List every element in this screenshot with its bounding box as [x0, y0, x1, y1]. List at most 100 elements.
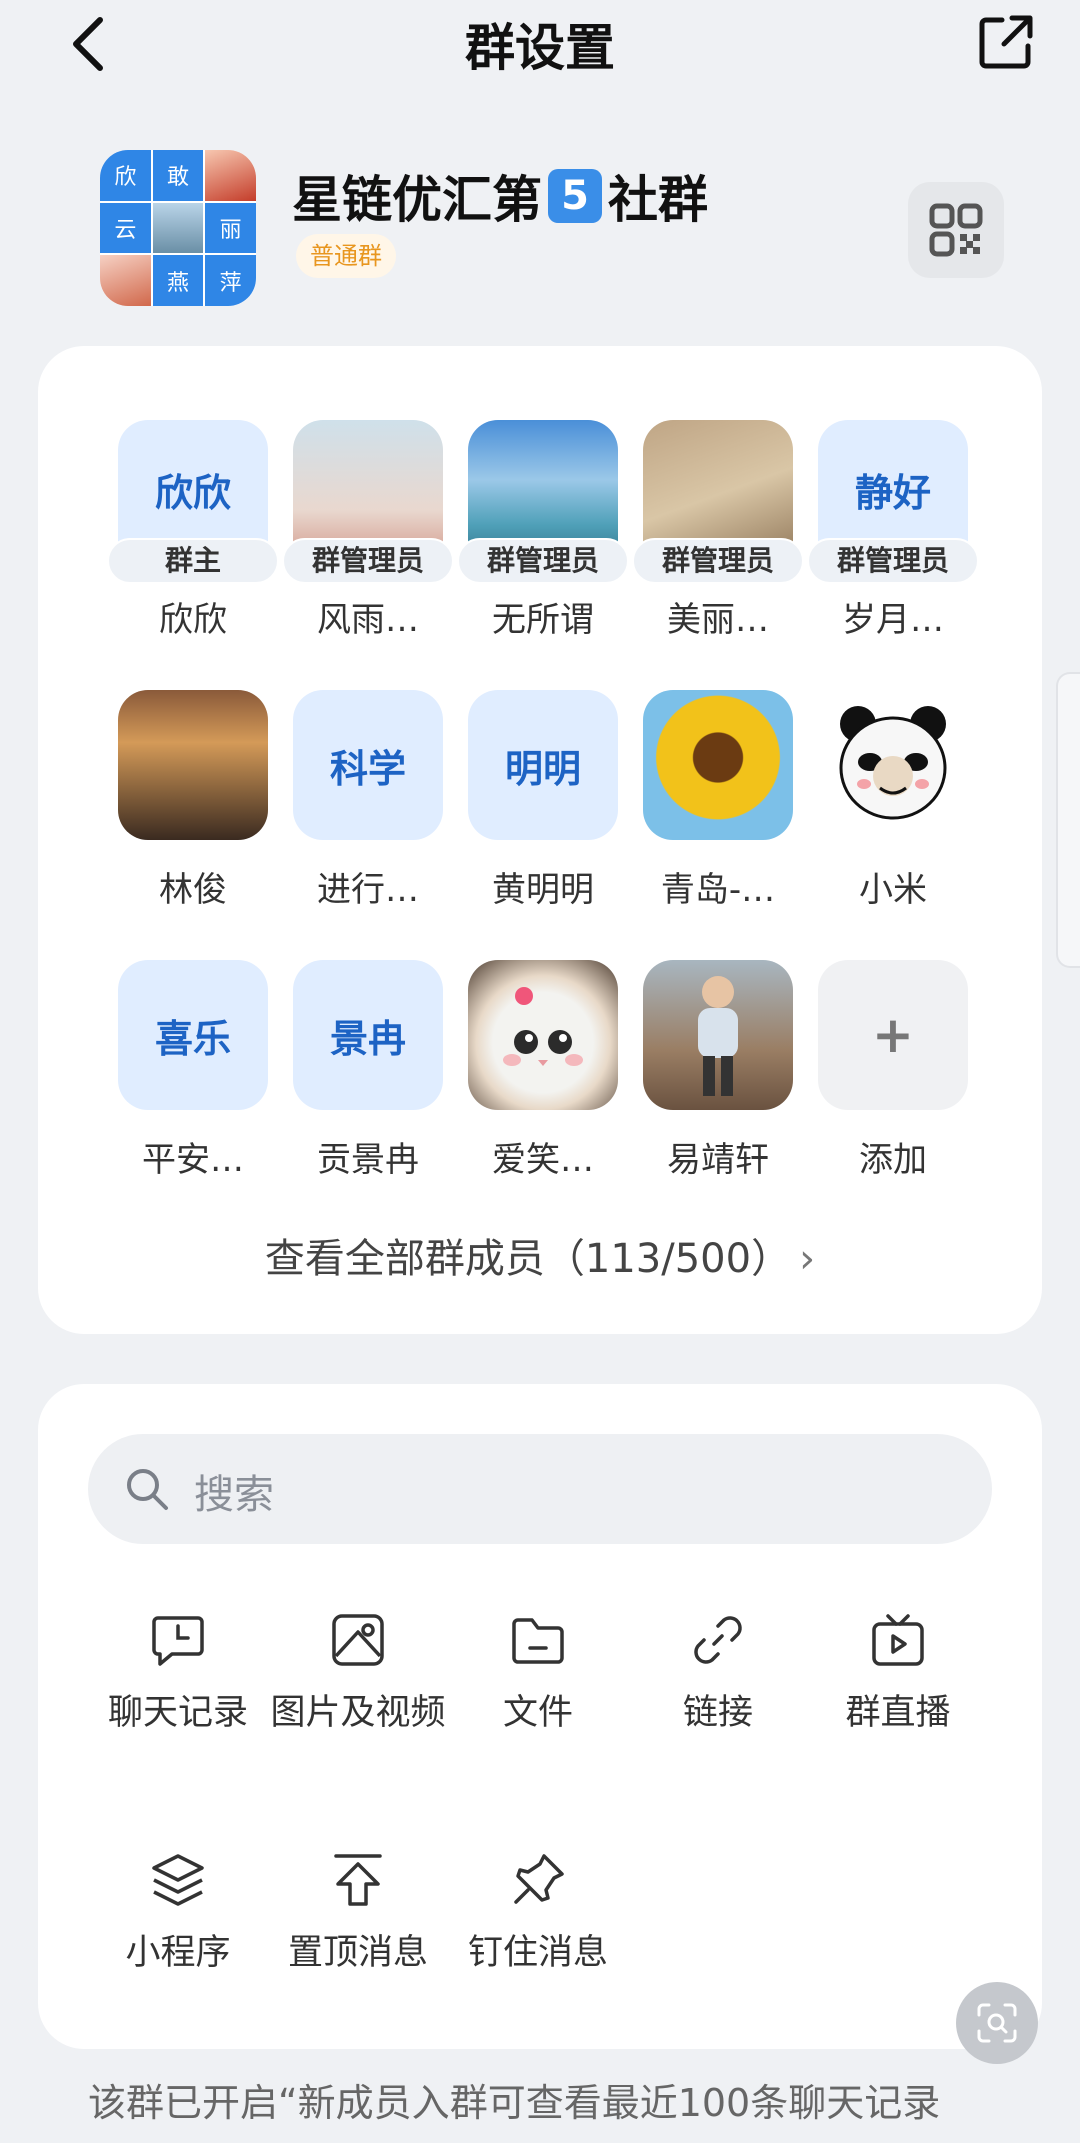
group-name[interactable]: 星链优汇第 5 社群 [292, 160, 708, 232]
search-icon [127, 1469, 168, 1510]
group-name-suffix: 社群 [608, 171, 708, 229]
member-item[interactable]: 易靖轩 [638, 960, 798, 1190]
group-avatar-cell: 敢 [152, 150, 204, 201]
group-avatar-cell: 燕 [152, 255, 204, 306]
tool-label: 文件 [502, 1693, 573, 1733]
tool-live[interactable]: 群直播 [808, 1610, 988, 1800]
member-avatar: 景冉 [293, 960, 443, 1110]
group-avatar-cell: 丽 [205, 202, 256, 254]
tool-label: 钉住消息 [467, 1933, 608, 1973]
scan-search-icon [977, 2003, 1017, 2043]
member-role-badge: 群管理员 [282, 538, 454, 584]
group-avatar-photo [100, 255, 151, 306]
child-photo [698, 976, 738, 1096]
group-avatar[interactable]: 欣 敢 云 丽 燕 萍 [100, 150, 256, 306]
group-avatar-photo [205, 150, 256, 201]
group-avatar-cell: 云 [100, 202, 151, 254]
member-name: 平安… [142, 1140, 244, 1180]
member-name: 无所谓 [492, 600, 594, 640]
group-header: 欣 敢 云 丽 燕 萍 星链优汇第 5 社群 普通群 [100, 150, 1004, 310]
tool-mini-program[interactable]: 小程序 [88, 1850, 268, 2040]
tool-chat-history[interactable]: 聊天记录 [88, 1610, 268, 1800]
member-name: 林俊 [159, 870, 227, 910]
live-icon [872, 1614, 924, 1666]
member-item[interactable]: 景冉 贡景冉 [288, 960, 448, 1190]
member-role-badge: 群管理员 [632, 538, 804, 584]
group-name-prefix: 星链优汇第 [292, 171, 542, 229]
share-icon[interactable] [974, 10, 1038, 74]
member-avatar [468, 960, 618, 1110]
qr-code-button[interactable] [908, 182, 1004, 278]
tool-label: 小程序 [125, 1933, 231, 1973]
member-name: 岁月… [842, 600, 944, 640]
floating-search-button[interactable] [956, 1982, 1038, 2064]
member-item[interactable]: 静好 群管理员 岁月… [807, 420, 979, 650]
group-type-tag: 普通群 [296, 234, 396, 278]
page-title: 群设置 [465, 19, 615, 77]
mini-program-icon [152, 1854, 204, 1906]
tool-label: 聊天记录 [107, 1693, 248, 1733]
member-name: 贡景冉 [317, 1140, 419, 1180]
member-item[interactable]: 群管理员 无所谓 [457, 420, 629, 650]
view-all-members-link[interactable]: 查看全部群成员（113/500） › [38, 1226, 1042, 1284]
panda-meme-image [839, 706, 947, 820]
member-item[interactable]: 群管理员 美丽… [632, 420, 804, 650]
link-icon [694, 1616, 742, 1664]
tool-image-video[interactable]: 图片及视频 [268, 1610, 448, 1800]
member-name: 青岛-… [660, 870, 776, 910]
member-avatar [118, 690, 268, 840]
tool-label: 链接 [682, 1693, 753, 1733]
member-item[interactable]: 青岛-… [638, 690, 798, 920]
member-avatar [643, 960, 793, 1110]
chat-history-icon [152, 1616, 204, 1666]
add-member-button[interactable]: + 添加 [813, 960, 973, 1190]
chevron-right-icon: › [799, 1236, 816, 1282]
member-name: 美丽… [667, 600, 769, 640]
member-role-badge: 群管理员 [457, 538, 629, 584]
top-bar: 群设置 [0, 0, 1080, 90]
member-item[interactable]: 科学 进行… [288, 690, 448, 920]
group-avatar-cell: 欣 [100, 150, 151, 201]
member-avatar: 明明 [468, 690, 618, 840]
cat-photo [503, 987, 583, 1066]
member-name: 小米 [859, 870, 927, 910]
group-number-badge: 5 [548, 169, 602, 223]
group-avatar-cell: 萍 [205, 255, 256, 306]
member-avatar: 喜乐 [118, 960, 268, 1110]
side-edge-handle[interactable] [1056, 672, 1080, 968]
member-name: 易靖轩 [667, 1140, 769, 1180]
member-item[interactable]: 喜乐 平安… [113, 960, 273, 1190]
member-item[interactable]: 明明 黄明明 [463, 690, 623, 920]
member-name: 添加 [859, 1140, 927, 1180]
qr-code-icon [929, 203, 983, 257]
member-avatar [818, 690, 968, 840]
tools-card: 搜索 聊天记录 图片及视频 文件 链接 群直播 小程序 置顶消息 钉住消息 [38, 1384, 1042, 2049]
tool-link[interactable]: 链接 [628, 1610, 808, 1800]
tool-file[interactable]: 文件 [448, 1610, 628, 1800]
member-item[interactable]: 爱笑… [463, 960, 623, 1190]
tool-label: 置顶消息 [287, 1933, 428, 1973]
member-role-badge: 群主 [107, 538, 279, 584]
member-name: 进行… [317, 870, 419, 910]
search-placeholder: 搜索 [194, 1472, 274, 1518]
member-item[interactable]: 小米 [813, 690, 973, 920]
tool-pinned-message[interactable]: 置顶消息 [268, 1850, 448, 2040]
history-notice: 该群已开启“新成员入群可查看最近100条聊天记录 [88, 2081, 941, 2125]
pin-icon [514, 1854, 564, 1904]
file-icon [512, 1618, 564, 1664]
tool-label: 图片及视频 [270, 1693, 446, 1733]
member-name: 黄明明 [492, 870, 594, 910]
search-bar[interactable]: 搜索 [88, 1434, 992, 1544]
member-role-badge: 群管理员 [807, 538, 979, 584]
view-all-members-label: 查看全部群成员（113/500） [264, 1236, 792, 1282]
image-video-icon [332, 1614, 384, 1666]
plus-icon: + [818, 960, 968, 1110]
member-name: 欣欣 [159, 600, 227, 640]
member-avatar [643, 690, 793, 840]
member-item[interactable]: 群管理员 风雨… [282, 420, 454, 650]
group-avatar-photo [152, 202, 204, 254]
tool-pin-message[interactable]: 钉住消息 [448, 1850, 628, 2040]
member-item[interactable]: 林俊 [113, 690, 273, 920]
tool-label: 群直播 [845, 1693, 951, 1733]
member-item[interactable]: 欣欣 群主 欣欣 [107, 420, 279, 650]
